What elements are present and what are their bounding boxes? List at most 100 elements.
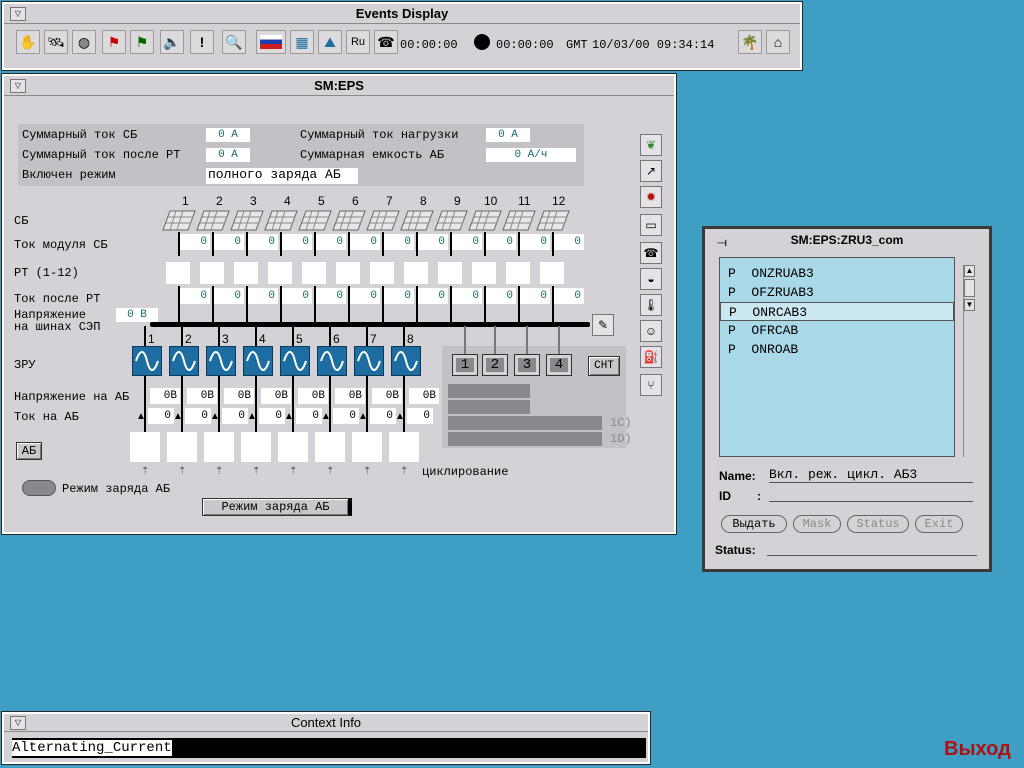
rt-box[interactable] (200, 262, 224, 284)
after-rt-cell: 0 (384, 288, 414, 304)
load-button[interactable]: 2 (482, 354, 508, 376)
exit-button[interactable]: Exit (915, 515, 963, 533)
ab-voltage-label: Напряжение на АБ (14, 390, 130, 404)
mask-button[interactable]: Mask (793, 515, 841, 533)
context-titlebar: ▽ Context Info (4, 714, 648, 732)
zru-unit[interactable] (206, 346, 236, 376)
arrow-up-icon[interactable]: ⇡ (215, 466, 223, 477)
id-separator: : (757, 489, 761, 503)
rt-box[interactable] (234, 262, 258, 284)
battery-cell[interactable] (278, 432, 308, 462)
charge-mode-button[interactable]: Режим заряда АБ (202, 498, 352, 516)
bus-edit-icon[interactable]: ✎ (592, 314, 614, 336)
sum-after-rt-value: 0 А (206, 148, 250, 162)
zru-unit[interactable] (169, 346, 199, 376)
arrow-up-icon[interactable]: ⇡ (363, 466, 371, 477)
rt-box[interactable] (404, 262, 428, 284)
rt-box[interactable] (268, 262, 292, 284)
cnt-button[interactable]: СНТ (588, 356, 620, 376)
traffic-light-icon[interactable]: ⚑ (130, 30, 154, 54)
rt-box[interactable] (472, 262, 496, 284)
arrow-up-icon[interactable]: ⇡ (400, 466, 408, 477)
battery-cell[interactable] (130, 432, 160, 462)
eps-window: ▽ SM:EPS Суммарный ток СБ 0 А Суммарный … (1, 73, 677, 535)
arrow-up-icon[interactable]: ⇡ (141, 466, 149, 477)
home-icon[interactable]: ⌂ (766, 30, 790, 54)
rt-box[interactable] (370, 262, 394, 284)
bowl-icon[interactable]: ◒ (640, 268, 662, 290)
phone-icon[interactable]: ☎ (640, 242, 662, 264)
arrow-up-icon[interactable]: ⇡ (289, 466, 297, 477)
ru-language-icon[interactable]: Ru (346, 30, 370, 54)
name-field[interactable]: Вкл. реж. цикл. АБ3 (769, 467, 973, 483)
rt-box[interactable] (336, 262, 360, 284)
execute-button[interactable]: Выдать (721, 515, 787, 533)
command-list-item[interactable]: P OFZRUAB3 (720, 283, 954, 302)
status-button[interactable]: Status (847, 515, 909, 533)
satellite-icon[interactable]: 🛰 (44, 30, 68, 54)
russia-flag-icon[interactable] (256, 30, 286, 54)
command-list-item[interactable]: P OFRCAB (720, 321, 954, 340)
palm-tree-icon[interactable]: 🌴 (738, 30, 762, 54)
context-info-window: ▽ Context Info Alternating_Current (1, 711, 651, 765)
scroll-up-icon[interactable]: ▲ (964, 265, 975, 277)
magnifier-icon[interactable]: 🔍 (222, 30, 246, 54)
rt-box[interactable] (166, 262, 190, 284)
leaf-icon[interactable]: ❦ (640, 134, 662, 156)
zru-unit[interactable] (391, 346, 421, 376)
head-icon[interactable]: ☺ (640, 320, 662, 342)
computer-icon[interactable]: ▭ (640, 214, 662, 236)
load-button[interactable]: 1 (452, 354, 478, 376)
id-field[interactable] (769, 501, 973, 502)
load-button[interactable]: 4 (546, 354, 572, 376)
battery-cell[interactable] (315, 432, 345, 462)
record-icon[interactable] (470, 30, 494, 54)
battery-cell[interactable] (389, 432, 419, 462)
context-value-field[interactable]: Alternating_Current (12, 738, 646, 758)
ab-button[interactable]: АБ (16, 442, 42, 460)
chart-icon[interactable]: ↗ (640, 160, 662, 182)
load-button[interactable]: 3 (514, 354, 540, 376)
connector (181, 376, 183, 432)
gear-icon[interactable]: ✹ (640, 186, 662, 208)
zru-unit[interactable] (317, 346, 347, 376)
speaker-icon[interactable]: 🔈 (160, 30, 184, 54)
arrow-up-icon[interactable]: ⇡ (326, 466, 334, 477)
traffic-light-red-icon[interactable]: ⚑ (102, 30, 126, 54)
exit-link[interactable]: Выход (944, 738, 1011, 761)
arrow-up-icon[interactable]: ⇡ (178, 466, 186, 477)
scroll-down-icon[interactable]: ▼ (964, 299, 975, 311)
rt-box[interactable] (506, 262, 530, 284)
battery-cell[interactable] (204, 432, 234, 462)
rt-box[interactable] (438, 262, 462, 284)
zru-unit[interactable] (354, 346, 384, 376)
charge-mode-toggle[interactable] (22, 480, 56, 496)
command-list-item[interactable]: P ONZRUAB3 (720, 264, 954, 283)
zru-unit[interactable] (132, 346, 162, 376)
phone-icon[interactable]: ☎ (374, 30, 398, 54)
battery-marker: ▲ (210, 411, 220, 422)
battery-cell[interactable] (167, 432, 197, 462)
fuel-icon[interactable]: ⛽ (640, 346, 662, 368)
command-list-item[interactable]: P ONRCAB3 (720, 302, 954, 321)
globe-icon[interactable]: ◍ (72, 30, 96, 54)
command-list-item[interactable]: P ONROAB (720, 340, 954, 359)
exclamation-icon[interactable]: ! (190, 30, 214, 54)
thermometer-icon[interactable]: 🌡 (640, 294, 662, 316)
scroll-thumb[interactable] (964, 279, 975, 297)
sum-capacity-label: Суммарная емкость АБ (300, 148, 445, 162)
rt-box[interactable] (302, 262, 326, 284)
hand-icon[interactable]: ✋ (16, 30, 40, 54)
landscape-icon[interactable]: ⛰ (318, 30, 342, 54)
bus-voltage-label-2: на шинах СЭП (14, 320, 101, 334)
scrollbar[interactable]: ▲ ▼ (963, 265, 975, 457)
map-icon[interactable]: ▦ (290, 30, 314, 54)
zru-unit[interactable] (243, 346, 273, 376)
rt-box[interactable] (540, 262, 564, 284)
command-list[interactable]: P ONZRUAB3 P OFZRUAB3 P ONRCAB3 P OFRCAB P O… (719, 257, 955, 457)
battery-cell[interactable] (352, 432, 382, 462)
branch-icon[interactable]: ⑂ (640, 374, 662, 396)
arrow-up-icon[interactable]: ⇡ (252, 466, 260, 477)
zru-unit[interactable] (280, 346, 310, 376)
battery-cell[interactable] (241, 432, 271, 462)
